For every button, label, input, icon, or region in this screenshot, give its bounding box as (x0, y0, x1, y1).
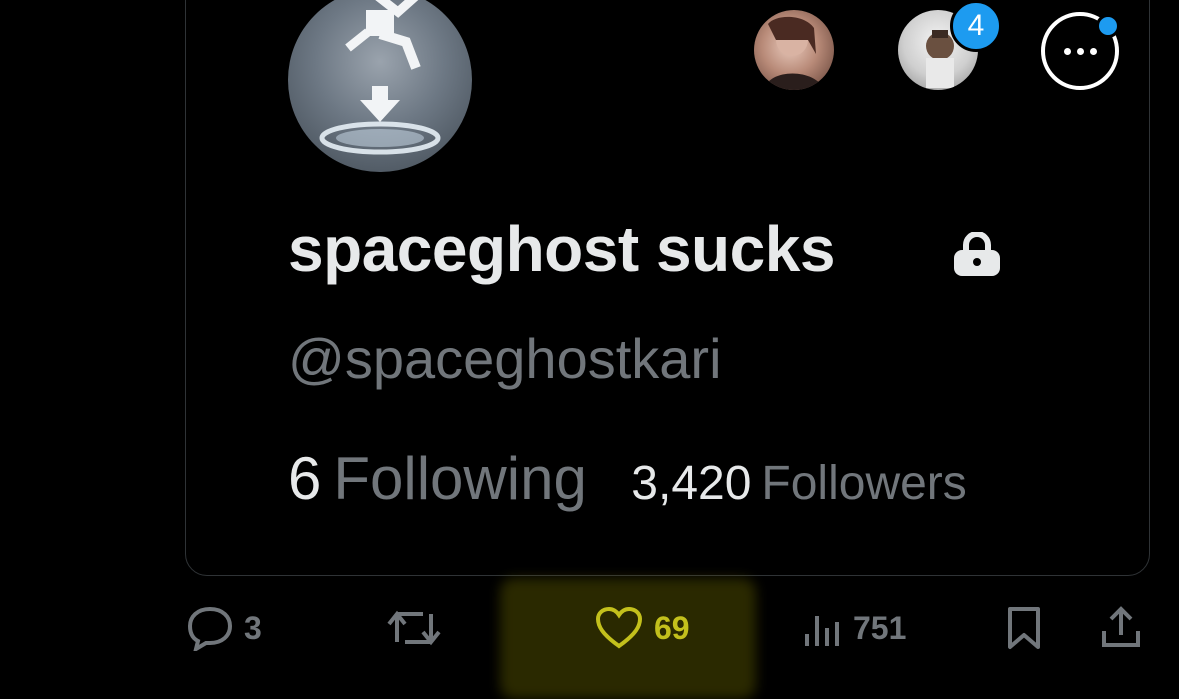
following-link[interactable]: 6 Following (288, 445, 591, 512)
more-dot (1063, 47, 1071, 55)
retweet-button[interactable] (385, 600, 453, 656)
analytics-icon (805, 616, 839, 646)
person-photo-icon (764, 16, 824, 90)
heart-icon (595, 606, 643, 649)
followers-count: 3,420 (631, 457, 752, 510)
tweet-container: 4 spaceghost sucks @spaceghostkari 6 Foll… (0, 0, 1179, 699)
reply-button[interactable]: 3 (186, 600, 262, 656)
bookmark-button[interactable] (1004, 600, 1044, 656)
views-button[interactable]: 751 (803, 600, 906, 656)
reply-icon (187, 606, 233, 651)
more-dot (1076, 47, 1084, 55)
like-count: 69 (654, 609, 690, 646)
following-label: Following (333, 445, 587, 512)
follow-stats: 6 Following 3,420 Followers (288, 444, 967, 513)
following-count: 6 (288, 445, 322, 512)
display-name[interactable]: spaceghost sucks (288, 212, 835, 286)
followers-label: Followers (761, 457, 967, 510)
follower-avatar[interactable] (754, 10, 834, 90)
more-dot (1089, 47, 1097, 55)
followers-link[interactable]: 3,420 Followers (591, 457, 967, 510)
share-button[interactable] (1098, 600, 1144, 656)
views-count: 751 (853, 609, 907, 646)
lock-icon (954, 232, 1000, 276)
username-handle[interactable]: @spaceghostkari (288, 326, 722, 391)
like-button[interactable]: 69 (594, 600, 690, 656)
reply-count: 3 (244, 609, 262, 646)
notification-badge: 4 (950, 0, 1002, 52)
unread-dot-icon (1096, 14, 1120, 38)
bookmark-icon (1008, 607, 1040, 649)
retweet-icon (387, 610, 441, 646)
share-icon (1102, 606, 1140, 647)
